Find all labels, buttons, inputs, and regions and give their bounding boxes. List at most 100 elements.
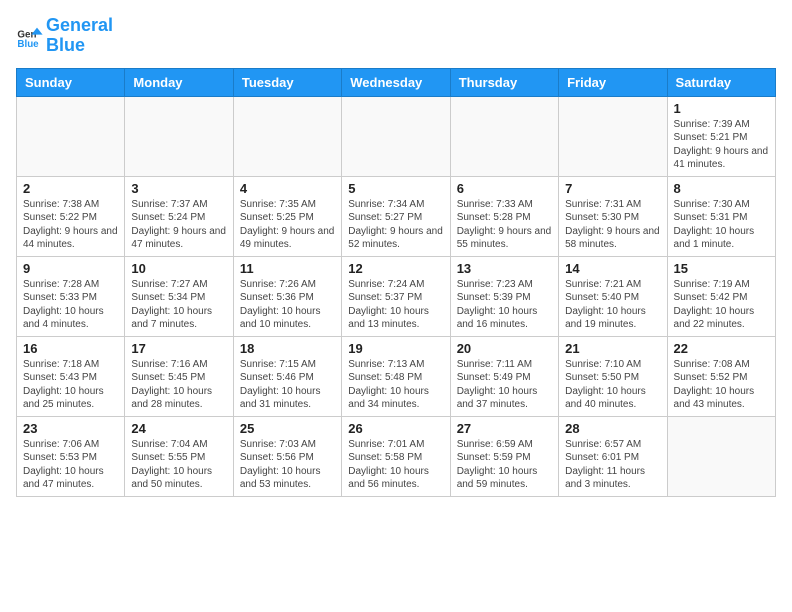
calendar-cell: 5 Sunrise: 7:34 AM Sunset: 5:27 PM Daylig… [342, 176, 450, 256]
day-number: 17 [131, 341, 226, 356]
day-info: Sunrise: 7:37 AM Sunset: 5:24 PM Dayligh… [131, 198, 226, 252]
calendar-cell: 27Sunrise: 6:59 AM Sunset: 5:59 PM Dayli… [450, 416, 558, 496]
calendar-cell: 16 Sunrise: 7:18 AM Sunset: 5:43 PM Dayli… [17, 336, 125, 416]
day-number: 24 [131, 421, 226, 436]
calendar-cell: 1 Sunrise: 7:39 AM Sunset: 5:21 PM Daylig… [667, 96, 775, 176]
calendar-cell: 15Sunrise: 7:19 AM Sunset: 5:42 PM Dayli… [667, 256, 775, 336]
logo: Gen Blue General Blue [16, 16, 113, 56]
calendar-cell: 26 Sunrise: 7:01 AM Sunset: 5:58 PM Dayli… [342, 416, 450, 496]
calendar-cell [450, 96, 558, 176]
day-info: Sunrise: 7:15 AM Sunset: 5:46 PM Dayligh… [240, 358, 335, 412]
calendar-week-2: 2 Sunrise: 7:38 AM Sunset: 5:22 PM Daylig… [17, 176, 776, 256]
calendar-cell [125, 96, 233, 176]
day-number: 2 [23, 181, 118, 196]
day-number: 12 [348, 261, 443, 276]
calendar-cell: 3 Sunrise: 7:37 AM Sunset: 5:24 PM Daylig… [125, 176, 233, 256]
weekday-header-wednesday: Wednesday [342, 68, 450, 96]
day-number: 13 [457, 261, 552, 276]
day-number: 27 [457, 421, 552, 436]
weekday-header-friday: Friday [559, 68, 667, 96]
day-number: 21 [565, 341, 660, 356]
weekday-header-saturday: Saturday [667, 68, 775, 96]
day-number: 23 [23, 421, 118, 436]
page-header: Gen Blue General Blue [16, 16, 776, 56]
day-number: 11 [240, 261, 335, 276]
day-number: 18 [240, 341, 335, 356]
day-number: 3 [131, 181, 226, 196]
calendar-week-4: 16 Sunrise: 7:18 AM Sunset: 5:43 PM Dayli… [17, 336, 776, 416]
day-info: Sunrise: 7:31 AM Sunset: 5:30 PM Dayligh… [565, 198, 660, 252]
calendar-cell [667, 416, 775, 496]
day-info: Sunrise: 7:34 AM Sunset: 5:27 PM Dayligh… [348, 198, 443, 252]
weekday-header-thursday: Thursday [450, 68, 558, 96]
day-info: Sunrise: 7:08 AM Sunset: 5:52 PM Dayligh… [674, 358, 769, 412]
day-number: 19 [348, 341, 443, 356]
calendar-table: SundayMondayTuesdayWednesdayThursdayFrid… [16, 68, 776, 497]
logo-icon: Gen Blue [16, 22, 44, 50]
calendar-cell: 11 Sunrise: 7:26 AM Sunset: 5:36 PM Dayli… [233, 256, 341, 336]
weekday-header-tuesday: Tuesday [233, 68, 341, 96]
day-info: Sunrise: 7:04 AM Sunset: 5:55 PM Dayligh… [131, 438, 226, 492]
day-info: Sunrise: 7:33 AM Sunset: 5:28 PM Dayligh… [457, 198, 552, 252]
calendar-cell: 21 Sunrise: 7:10 AM Sunset: 5:50 PM Dayli… [559, 336, 667, 416]
calendar-cell: 13 Sunrise: 7:23 AM Sunset: 5:39 PM Dayli… [450, 256, 558, 336]
calendar-cell: 9Sunrise: 7:28 AM Sunset: 5:33 PM Daylig… [17, 256, 125, 336]
day-info: Sunrise: 7:11 AM Sunset: 5:49 PM Dayligh… [457, 358, 552, 412]
day-info: Sunrise: 7:27 AM Sunset: 5:34 PM Dayligh… [131, 278, 226, 332]
calendar-cell: 20Sunrise: 7:11 AM Sunset: 5:49 PM Dayli… [450, 336, 558, 416]
svg-text:Blue: Blue [17, 39, 39, 50]
calendar-cell: 19 Sunrise: 7:13 AM Sunset: 5:48 PM Dayli… [342, 336, 450, 416]
calendar-cell: 22 Sunrise: 7:08 AM Sunset: 5:52 PM Dayli… [667, 336, 775, 416]
day-number: 26 [348, 421, 443, 436]
day-number: 10 [131, 261, 226, 276]
calendar-cell: 14Sunrise: 7:21 AM Sunset: 5:40 PM Dayli… [559, 256, 667, 336]
calendar-week-1: 1 Sunrise: 7:39 AM Sunset: 5:21 PM Daylig… [17, 96, 776, 176]
calendar-week-5: 23 Sunrise: 7:06 AM Sunset: 5:53 PM Dayli… [17, 416, 776, 496]
day-info: Sunrise: 7:13 AM Sunset: 5:48 PM Dayligh… [348, 358, 443, 412]
calendar-week-3: 9Sunrise: 7:28 AM Sunset: 5:33 PM Daylig… [17, 256, 776, 336]
calendar-cell: 2 Sunrise: 7:38 AM Sunset: 5:22 PM Daylig… [17, 176, 125, 256]
weekday-header-monday: Monday [125, 68, 233, 96]
calendar-cell: 6 Sunrise: 7:33 AM Sunset: 5:28 PM Daylig… [450, 176, 558, 256]
day-number: 9 [23, 261, 118, 276]
calendar-cell [559, 96, 667, 176]
day-info: Sunrise: 7:01 AM Sunset: 5:58 PM Dayligh… [348, 438, 443, 492]
day-number: 8 [674, 181, 769, 196]
day-number: 14 [565, 261, 660, 276]
calendar-cell [342, 96, 450, 176]
day-number: 22 [674, 341, 769, 356]
day-info: Sunrise: 7:19 AM Sunset: 5:42 PM Dayligh… [674, 278, 769, 332]
day-number: 7 [565, 181, 660, 196]
day-number: 5 [348, 181, 443, 196]
weekday-header-sunday: Sunday [17, 68, 125, 96]
day-info: Sunrise: 7:16 AM Sunset: 5:45 PM Dayligh… [131, 358, 226, 412]
day-number: 16 [23, 341, 118, 356]
calendar-cell: 25Sunrise: 7:03 AM Sunset: 5:56 PM Dayli… [233, 416, 341, 496]
day-number: 1 [674, 101, 769, 116]
logo-text-line1: General [46, 16, 113, 36]
day-info: Sunrise: 7:38 AM Sunset: 5:22 PM Dayligh… [23, 198, 118, 252]
day-number: 4 [240, 181, 335, 196]
day-info: Sunrise: 7:35 AM Sunset: 5:25 PM Dayligh… [240, 198, 335, 252]
day-info: Sunrise: 7:26 AM Sunset: 5:36 PM Dayligh… [240, 278, 335, 332]
day-number: 6 [457, 181, 552, 196]
day-info: Sunrise: 7:23 AM Sunset: 5:39 PM Dayligh… [457, 278, 552, 332]
calendar-cell: 8 Sunrise: 7:30 AM Sunset: 5:31 PM Daylig… [667, 176, 775, 256]
day-info: Sunrise: 7:06 AM Sunset: 5:53 PM Dayligh… [23, 438, 118, 492]
day-number: 28 [565, 421, 660, 436]
day-info: Sunrise: 7:30 AM Sunset: 5:31 PM Dayligh… [674, 198, 769, 252]
calendar-body: 1 Sunrise: 7:39 AM Sunset: 5:21 PM Daylig… [17, 96, 776, 496]
calendar-cell: 24 Sunrise: 7:04 AM Sunset: 5:55 PM Dayli… [125, 416, 233, 496]
day-info: Sunrise: 7:24 AM Sunset: 5:37 PM Dayligh… [348, 278, 443, 332]
calendar-cell: 7 Sunrise: 7:31 AM Sunset: 5:30 PM Daylig… [559, 176, 667, 256]
day-info: Sunrise: 7:18 AM Sunset: 5:43 PM Dayligh… [23, 358, 118, 412]
calendar-cell [233, 96, 341, 176]
calendar-cell: 4 Sunrise: 7:35 AM Sunset: 5:25 PM Daylig… [233, 176, 341, 256]
day-info: Sunrise: 6:57 AM Sunset: 6:01 PM Dayligh… [565, 438, 660, 492]
calendar-cell: 17 Sunrise: 7:16 AM Sunset: 5:45 PM Dayli… [125, 336, 233, 416]
day-info: Sunrise: 7:10 AM Sunset: 5:50 PM Dayligh… [565, 358, 660, 412]
day-info: Sunrise: 7:39 AM Sunset: 5:21 PM Dayligh… [674, 118, 769, 172]
logo-text-line2: Blue [46, 36, 113, 56]
calendar-cell: 10 Sunrise: 7:27 AM Sunset: 5:34 PM Dayli… [125, 256, 233, 336]
weekday-header-row: SundayMondayTuesdayWednesdayThursdayFrid… [17, 68, 776, 96]
